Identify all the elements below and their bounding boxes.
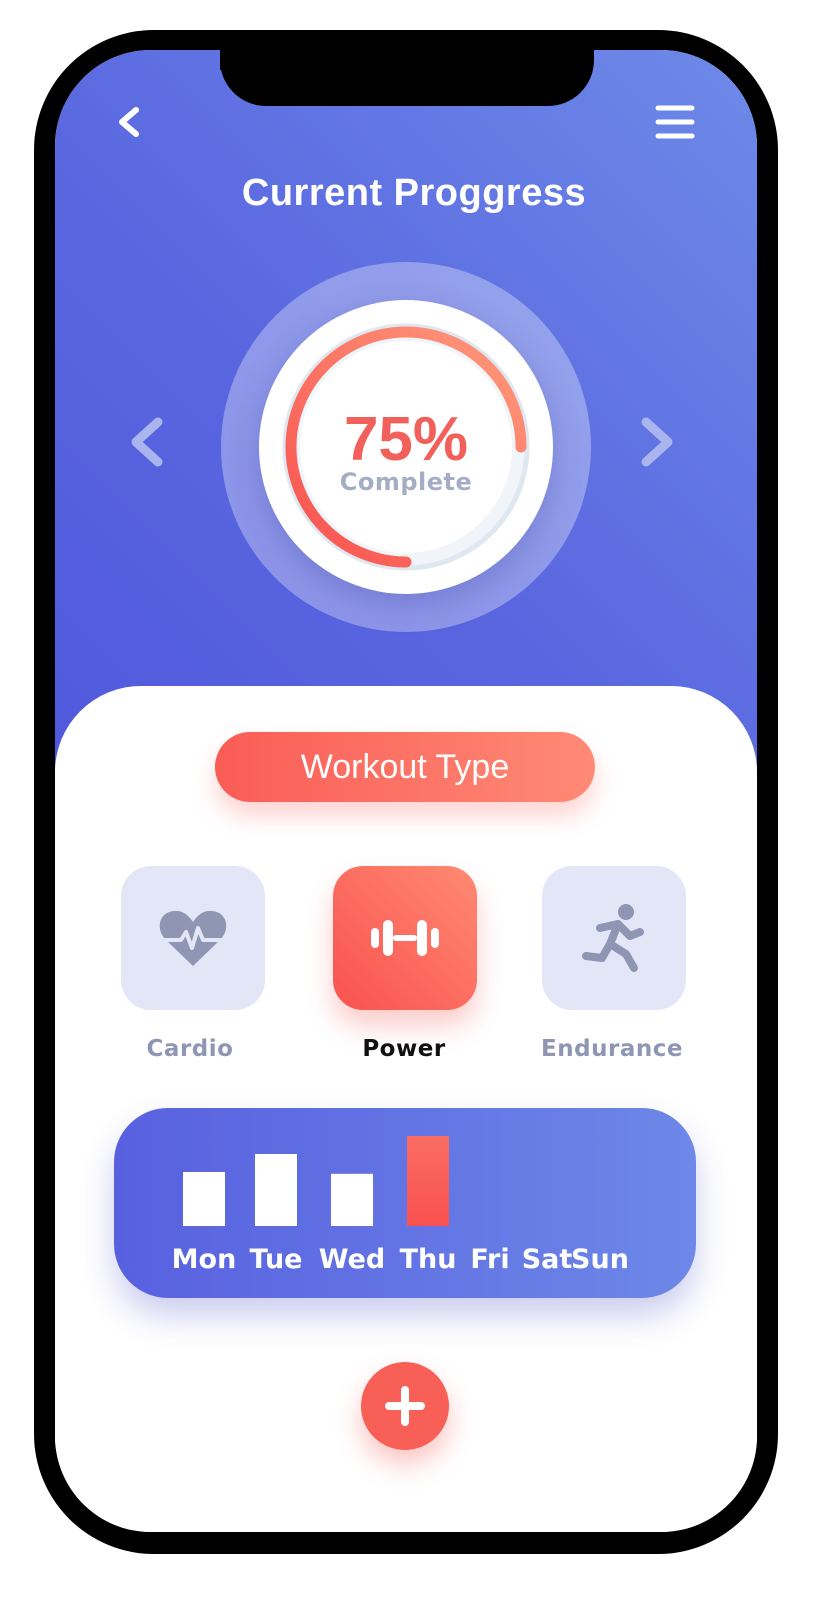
chevron-right-icon [641,417,673,467]
chevron-left-icon [131,417,163,467]
weekly-activity-chart: Mon Tue Wed Thu Fri Sat Sun [114,1108,696,1298]
day-label-tue: Tue [250,1244,303,1275]
workout-type-heading: Workout Type [215,732,595,802]
power-tile[interactable] [333,866,477,1010]
bar-mon [183,1172,225,1226]
next-period-button[interactable] [632,412,682,472]
back-button[interactable] [110,100,150,144]
endurance-label: Endurance [541,1036,683,1062]
weekly-chart-svg: Mon Tue Wed Thu Fri SatSun [172,1136,629,1275]
day-label-thu: Thu [400,1244,457,1275]
heart-rate-icon [159,910,227,966]
cardio-label: Cardio [146,1036,234,1062]
day-label-sat: Sat [522,1244,573,1275]
bar-tue [255,1154,297,1226]
device-notch [220,48,594,106]
day-label-fri: Fri [470,1244,509,1275]
menu-button[interactable] [652,100,698,144]
bar-wed [331,1173,373,1226]
day-label-mon: Mon [172,1244,237,1275]
bar-thu [407,1136,449,1226]
chevron-left-icon [119,107,139,137]
dumbbell-icon [371,920,439,956]
add-workout-button[interactable] [361,1362,449,1450]
progress-caption: Complete [339,468,473,496]
day-label-wed: Wed [319,1244,385,1275]
cardio-tile[interactable] [121,866,265,1010]
previous-period-button[interactable] [122,412,172,472]
day-label-sun: Sun [571,1244,629,1275]
power-label: Power [362,1036,446,1062]
plus-icon [385,1386,425,1426]
hamburger-menu-icon [655,105,695,139]
page-title: Current Proggress [241,172,587,214]
progress-percentage: 75% [343,405,469,474]
running-icon [582,904,644,972]
endurance-tile[interactable] [542,866,686,1010]
